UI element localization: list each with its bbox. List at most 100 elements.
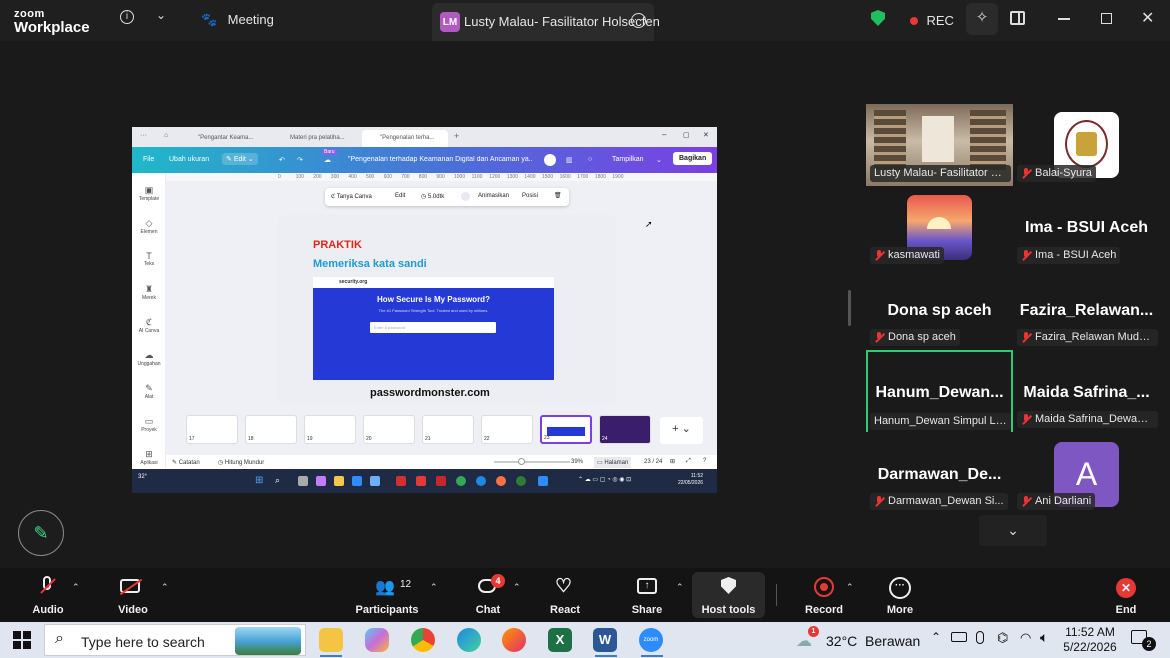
annotate-pencil-button[interactable]: ✎ xyxy=(18,510,64,556)
new-tab-icon[interactable]: + xyxy=(454,131,459,141)
resize-menu[interactable]: Ubah ukuran xyxy=(169,156,209,163)
restore-icon[interactable] xyxy=(1101,13,1112,24)
present-menu-caret[interactable]: ⌄ xyxy=(656,156,662,164)
present-button[interactable]: Tampilkan xyxy=(612,156,644,163)
video-tile[interactable]: Fazira_Relawan... Fazira_Relawan Muda ..… xyxy=(1013,268,1160,350)
gallery-scroll-down-button[interactable]: ⌄ xyxy=(979,515,1047,546)
ai-companion-icon[interactable]: ✧ xyxy=(966,3,998,35)
sidebar-item-ai-canva[interactable]: ℭ AI Canva xyxy=(132,317,166,334)
pages-button[interactable]: ▭ Halaman xyxy=(594,457,632,468)
network-icon[interactable]: ⌬ xyxy=(997,630,1008,646)
sidebar-item-apps[interactable]: ⊞ Aplikasi xyxy=(132,449,166,466)
notes-button[interactable]: ✎ Catatan xyxy=(172,459,200,466)
user-avatar[interactable] xyxy=(544,154,556,166)
slide-thumbnail-selected[interactable]: 23 xyxy=(540,415,592,444)
sidebar-item-elements[interactable]: ◇ Elemen xyxy=(132,218,166,235)
video-tile[interactable]: Ima - BSUI Aceh Ima - BSUI Aceh xyxy=(1013,186,1160,268)
browser-tab-active[interactable]: "Pengenalan terha... xyxy=(362,130,448,147)
close-icon[interactable]: ✕ xyxy=(703,131,709,139)
video-tile[interactable]: Balai-Syura xyxy=(1013,104,1160,186)
word-icon[interactable]: W xyxy=(593,628,617,652)
sidebar-item-text[interactable]: T Teks xyxy=(132,251,166,267)
minimize-icon[interactable]: – xyxy=(662,130,666,139)
tray-chevron-icon[interactable]: ⌃ xyxy=(931,630,941,644)
sidebar-item-brand[interactable]: ♜ Merek xyxy=(132,284,166,301)
comment-icon[interactable]: ○ xyxy=(588,156,592,163)
taskbar-search-box[interactable]: ⌕ Type here to search xyxy=(44,624,306,656)
color-swatch[interactable] xyxy=(461,192,470,201)
browser-tab[interactable]: Materi pra pelatiha... xyxy=(272,130,354,147)
more-button[interactable]: ··· More xyxy=(880,568,920,622)
audio-options-caret[interactable]: ⌃ xyxy=(72,582,80,593)
chat-options-caret[interactable]: ⌃ xyxy=(513,582,521,593)
host-tools-button[interactable]: Host tools xyxy=(692,572,765,618)
shared-screen[interactable]: ··· ⌂ "Pengantar Keama... Materi pra pel… xyxy=(132,127,717,493)
edit-button[interactable]: Edit xyxy=(395,193,405,199)
slide-thumbnail[interactable]: 22 xyxy=(481,415,533,444)
tab-shared-screen[interactable]: LM Lusty Malau- Fasilitator Holsecfen ··… xyxy=(432,3,660,41)
close-icon[interactable]: ✕ xyxy=(1141,8,1154,28)
wifi-icon[interactable]: ◠ xyxy=(1020,630,1031,646)
video-tile[interactable]: A Ani Darliani xyxy=(1013,432,1160,514)
zoom-percent[interactable]: 39% xyxy=(571,459,583,465)
cloud-save-icon[interactable]: ☁ xyxy=(324,156,331,164)
chat-button[interactable]: 4 Chat xyxy=(469,568,507,622)
recording-indicator[interactable]: REC xyxy=(910,12,954,30)
insights-icon[interactable]: ▥ xyxy=(566,156,573,164)
video-tile[interactable]: Darmawan_De... Darmawan_Dewan Si... xyxy=(866,432,1013,514)
ask-canva-button[interactable]: ℭ Tanya Canva xyxy=(331,193,372,200)
end-meeting-button[interactable]: ✕ End xyxy=(1108,568,1144,622)
firefox-icon[interactable] xyxy=(502,628,526,652)
edge-icon[interactable] xyxy=(457,628,481,652)
chrome-icon[interactable] xyxy=(411,628,435,652)
windows-start-icon[interactable] xyxy=(13,631,31,649)
sidebar-item-template[interactable]: ▣ Template xyxy=(132,185,166,202)
document-title[interactable]: "Pengenalan terhadap Keamanan Digital da… xyxy=(348,156,533,163)
restore-icon[interactable]: ▢ xyxy=(683,131,690,139)
video-button[interactable]: Video xyxy=(111,568,155,622)
trash-icon[interactable]: 🗑 xyxy=(554,192,562,199)
participants-options-caret[interactable]: ⌃ xyxy=(430,582,438,593)
slide-thumbnail[interactable]: 19 xyxy=(304,415,356,444)
video-tile[interactable]: kasmawati xyxy=(866,186,1013,268)
slide[interactable]: PRAKTIK Memeriksa kata sandi security.or… xyxy=(278,215,616,405)
audio-button[interactable]: Audio xyxy=(26,568,70,622)
animate-button[interactable]: Animasikan xyxy=(478,193,509,199)
redo-icon[interactable]: ↷ xyxy=(297,156,303,164)
record-button[interactable]: Record xyxy=(802,568,846,622)
browser-tab[interactable]: "Pengantar Keama... xyxy=(180,130,262,147)
video-options-caret[interactable]: ⌃ xyxy=(161,582,169,593)
slide-thumbnail[interactable]: 17 xyxy=(186,415,238,444)
zoom-slider[interactable] xyxy=(494,458,570,465)
position-button[interactable]: Posisi xyxy=(522,193,538,199)
slide-thumbnail[interactable]: 20 xyxy=(363,415,415,444)
copilot-icon[interactable] xyxy=(365,628,389,652)
undo-icon[interactable]: ↶ xyxy=(279,156,285,164)
edit-mode-button[interactable]: ✎ Edit ⌄ xyxy=(222,153,258,165)
more-options-icon[interactable]: ··· xyxy=(631,13,646,28)
share-button[interactable]: Bagikan xyxy=(673,152,713,165)
duration-button[interactable]: ◷ 5.0dtk xyxy=(421,193,444,200)
record-options-caret[interactable]: ⌃ xyxy=(846,582,854,593)
help-icon[interactable]: ? xyxy=(703,458,706,464)
chevron-down-icon[interactable]: ⌄ xyxy=(156,8,166,22)
slide-thumbnail[interactable]: 21 xyxy=(422,415,474,444)
grid-view-icon[interactable]: ⊞ xyxy=(670,458,675,465)
share-options-caret[interactable]: ⌃ xyxy=(676,582,684,593)
panel-resize-handle[interactable] xyxy=(848,290,851,326)
video-tile[interactable]: Maida Safrina_... Maida Safrina_Dewan ..… xyxy=(1013,350,1160,432)
video-tile[interactable]: Lusty Malau- Fasilitator H... xyxy=(866,104,1013,186)
minimize-icon[interactable] xyxy=(1058,18,1070,20)
volume-icon[interactable]: 🔈︎ xyxy=(1040,629,1048,646)
weather-text[interactable]: 32°C Berawan xyxy=(826,633,920,649)
sidebar-item-projects[interactable]: ▭ Proyek xyxy=(132,416,166,433)
file-menu[interactable]: File xyxy=(143,156,154,163)
timer-button[interactable]: ◷ Hitung Mundur xyxy=(218,459,264,466)
excel-icon[interactable]: X xyxy=(548,628,572,652)
microphone-icon[interactable] xyxy=(976,631,984,644)
participants-button[interactable]: 👥 12 Participants xyxy=(353,568,421,622)
meeting-menu[interactable]: 🐾 Meeting xyxy=(201,11,274,29)
security-shield-icon[interactable] xyxy=(871,10,885,26)
video-tile[interactable]: Dona sp aceh Dona sp aceh xyxy=(866,268,1013,350)
file-explorer-icon[interactable] xyxy=(319,628,343,652)
